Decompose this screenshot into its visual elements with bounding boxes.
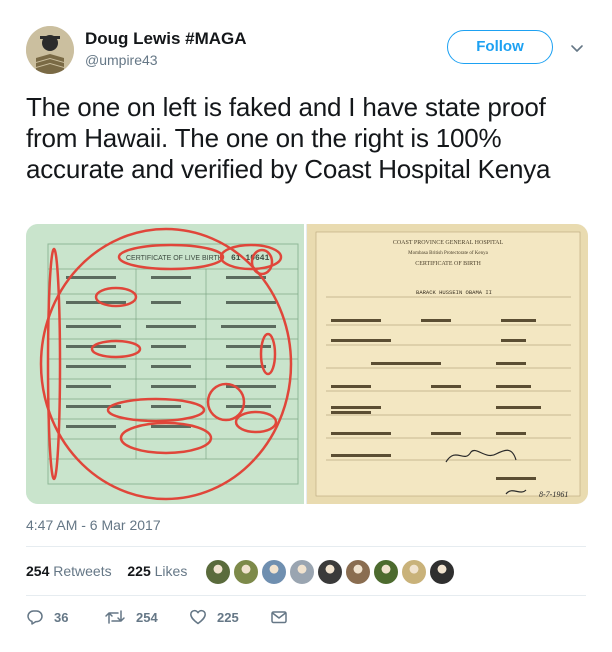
envelope-icon: [271, 611, 287, 624]
right-doc-child-name: BARACK HUSSEIN OBAMA II: [416, 289, 492, 296]
liker-avatars: [205, 559, 457, 585]
right-doc-date: 8-7-1961: [539, 490, 568, 499]
retweet-icon: [105, 610, 125, 624]
divider: [26, 546, 586, 547]
left-doc-heading: CERTIFICATE OF LIVE BIRTH: [126, 255, 223, 262]
engagement-stats: 254 Retweets 225 Likes: [26, 563, 187, 579]
right-doc-title: CERTIFICATE OF BIRTH: [415, 261, 481, 267]
tweet-text: The one on left is faked and I have stat…: [26, 92, 551, 184]
left-certificate-image: CERTIFICATE OF LIVE BIRTH 61 10641: [26, 224, 305, 504]
liker-avatar[interactable]: [289, 559, 315, 585]
reply-icon: [27, 610, 43, 625]
avatar[interactable]: [26, 26, 74, 74]
liker-avatar[interactable]: [401, 559, 427, 585]
liker-avatar[interactable]: [345, 559, 371, 585]
chevron-down-icon[interactable]: [569, 40, 585, 56]
liker-avatar[interactable]: [205, 559, 231, 585]
reply-count: 36: [54, 609, 69, 625]
likes-stat[interactable]: 225 Likes: [127, 563, 187, 579]
like-count: 225: [217, 609, 239, 625]
reply-button[interactable]: 36: [26, 607, 68, 627]
retweet-count: 254: [136, 609, 158, 625]
heart-icon: [190, 609, 206, 625]
follow-button[interactable]: Follow: [447, 30, 553, 64]
right-doc-hospital: COAST PROVINCE GENERAL HOSPITAL: [393, 240, 504, 246]
liker-avatar[interactable]: [233, 559, 259, 585]
user-avatar-icon: [26, 26, 74, 74]
right-doc-subheading: Mombasa British Protectorate of Kenya: [408, 251, 488, 256]
liker-avatar[interactable]: [429, 559, 455, 585]
liker-avatar[interactable]: [261, 559, 287, 585]
author-name[interactable]: Doug Lewis #MAGA: [85, 29, 247, 49]
right-certificate-image: COAST PROVINCE GENERAL HOSPITAL Mombasa …: [307, 224, 588, 504]
retweets-stat[interactable]: 254 Retweets: [26, 563, 112, 579]
liker-avatar[interactable]: [373, 559, 399, 585]
author-handle[interactable]: @umpire43: [85, 52, 158, 68]
left-doc-number: 61 10641: [231, 254, 270, 263]
divider: [26, 595, 586, 596]
tweet-media[interactable]: CERTIFICATE OF LIVE BIRTH 61 10641 COAST…: [26, 224, 588, 504]
direct-message-button[interactable]: [270, 607, 298, 627]
like-button[interactable]: 225: [189, 607, 239, 627]
retweet-button[interactable]: 254: [104, 607, 158, 627]
liker-avatar[interactable]: [317, 559, 343, 585]
tweet-timestamp[interactable]: 4:47 AM - 6 Mar 2017: [26, 517, 161, 533]
